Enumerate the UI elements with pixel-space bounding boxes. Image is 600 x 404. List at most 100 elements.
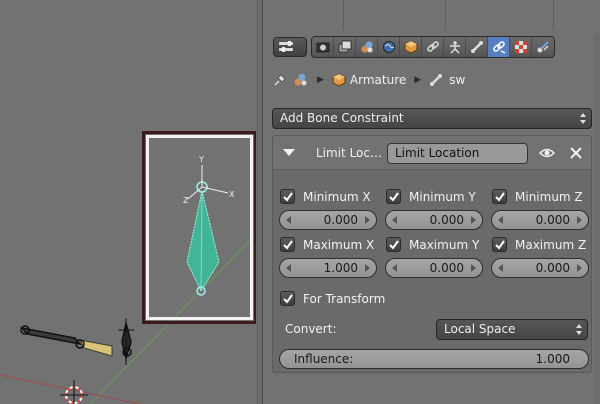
decrement-icon[interactable] bbox=[392, 264, 397, 272]
bone-constraints-icon bbox=[492, 41, 505, 54]
constraint-name-field[interactable]: Limit Location bbox=[387, 143, 528, 164]
tab-modifiers[interactable] bbox=[444, 37, 466, 57]
collapse-triangle-icon[interactable] bbox=[283, 149, 295, 156]
influence-value: 1.000 bbox=[535, 352, 570, 366]
x-axis-line bbox=[0, 374, 141, 404]
increment-icon[interactable] bbox=[365, 216, 370, 224]
tab-particles[interactable] bbox=[532, 37, 554, 57]
render-layers-icon bbox=[338, 40, 351, 53]
tab-scene[interactable] bbox=[356, 37, 378, 57]
editor-type-button[interactable] bbox=[273, 37, 307, 57]
minimum-x-field[interactable]: 0.000 bbox=[279, 210, 377, 230]
checkmark-icon bbox=[389, 240, 399, 250]
bone-axes bbox=[187, 165, 229, 200]
minimum-y-label: Minimum Y bbox=[409, 190, 476, 204]
checkmark-icon bbox=[283, 192, 293, 202]
maximum-z-checkbox[interactable] bbox=[492, 237, 507, 252]
increment-icon[interactable] bbox=[471, 264, 476, 272]
maximum-z-field[interactable]: 0.000 bbox=[491, 258, 589, 278]
tab-world[interactable] bbox=[378, 37, 400, 57]
viewport-scene: Y X Z bbox=[0, 131, 262, 404]
maximum-y-checkbox[interactable] bbox=[386, 237, 401, 252]
minimum-y-value: 0.000 bbox=[429, 213, 464, 227]
minimum-x-checkbox[interactable] bbox=[280, 189, 295, 204]
properties-editor-icon bbox=[279, 41, 293, 52]
maximum-y-value: 0.000 bbox=[429, 261, 464, 275]
y-axis-line bbox=[89, 227, 262, 404]
decrement-icon[interactable] bbox=[498, 264, 503, 272]
decrement-icon[interactable] bbox=[286, 216, 291, 224]
selected-bone bbox=[186, 181, 220, 296]
object-icon bbox=[332, 73, 346, 87]
tab-texture[interactable] bbox=[510, 37, 532, 57]
axis-label-y: Y bbox=[198, 155, 204, 164]
add-bone-constraint-label: Add Bone Constraint bbox=[280, 111, 404, 125]
updown-arrows-icon bbox=[576, 324, 582, 335]
decrement-icon[interactable] bbox=[392, 216, 397, 224]
influence-slider[interactable]: Influence: 1.000 bbox=[279, 349, 589, 369]
constraints-icon bbox=[426, 41, 439, 52]
convert-space-value: Local Space bbox=[444, 322, 516, 336]
tab-render-layers[interactable] bbox=[334, 37, 356, 57]
tab-render[interactable] bbox=[312, 37, 334, 57]
constraint-type-label: Limit Loc… bbox=[316, 146, 382, 160]
modifiers-icon bbox=[449, 41, 460, 54]
checkmark-icon bbox=[495, 192, 505, 202]
increment-icon[interactable] bbox=[577, 264, 582, 272]
breadcrumb-object: Armature bbox=[349, 73, 407, 87]
minimum-z-checkbox[interactable] bbox=[492, 189, 507, 204]
increment-icon[interactable] bbox=[577, 216, 582, 224]
object-icon bbox=[404, 40, 417, 54]
updown-arrows-icon bbox=[580, 113, 586, 124]
for-transform-checkbox[interactable] bbox=[280, 291, 295, 306]
bone-icon bbox=[430, 74, 443, 86]
decrement-icon[interactable] bbox=[498, 216, 503, 224]
minimum-z-label: Minimum Z bbox=[515, 190, 583, 204]
eye-icon[interactable] bbox=[539, 146, 555, 160]
tab-constraints[interactable] bbox=[422, 37, 444, 57]
3d-viewport[interactable]: Y X Z bbox=[0, 0, 262, 404]
increment-icon[interactable] bbox=[471, 216, 476, 224]
scene-icon bbox=[294, 74, 307, 86]
maximum-x-label: Maximum X bbox=[303, 238, 375, 252]
minimum-x-value: 0.000 bbox=[323, 213, 358, 227]
tab-object[interactable] bbox=[400, 37, 422, 57]
maximum-z-value: 0.000 bbox=[535, 261, 570, 275]
axis-label-z: Z bbox=[183, 196, 189, 205]
breadcrumb-bone: sw bbox=[449, 73, 466, 87]
minimum-y-checkbox[interactable] bbox=[386, 189, 401, 204]
maximum-x-checkbox[interactable] bbox=[280, 237, 295, 252]
tab-object-data[interactable] bbox=[466, 37, 488, 57]
minimum-z-field[interactable]: 0.000 bbox=[491, 210, 589, 230]
scene-icon bbox=[361, 41, 372, 53]
maximum-y-field[interactable]: 0.000 bbox=[385, 258, 483, 278]
increment-icon[interactable] bbox=[365, 264, 370, 272]
checkmark-icon bbox=[283, 294, 293, 304]
minimum-y-field[interactable]: 0.000 bbox=[385, 210, 483, 230]
panel-scrollbar[interactable] bbox=[594, 34, 600, 404]
maximum-x-field[interactable]: 1.000 bbox=[279, 258, 377, 278]
minimum-z-value: 0.000 bbox=[535, 213, 570, 227]
constraint-panel: Limit Loc… Limit Location Minimum X Mini… bbox=[272, 135, 592, 373]
convert-space-select[interactable]: Local Space bbox=[436, 319, 588, 340]
panel-header bbox=[263, 0, 600, 30]
minimum-x-label: Minimum X bbox=[303, 190, 371, 204]
breadcrumb-separator: ▶ bbox=[317, 75, 324, 85]
close-icon[interactable] bbox=[569, 146, 583, 160]
pin-icon[interactable] bbox=[273, 73, 287, 87]
maximum-x-value: 1.000 bbox=[323, 261, 358, 275]
influence-label: Influence: bbox=[294, 352, 354, 366]
for-transform-label: For Transform bbox=[303, 292, 386, 306]
tab-bone-constraints[interactable] bbox=[488, 37, 510, 57]
properties-panel: ▶ Armature ▶ sw Add Bone Constraint Limi… bbox=[262, 0, 600, 404]
maximum-z-label: Maximum Z bbox=[515, 238, 587, 252]
breadcrumb: ▶ Armature ▶ sw bbox=[273, 70, 465, 90]
texture-icon bbox=[514, 41, 527, 53]
properties-tabs bbox=[311, 36, 555, 58]
add-bone-constraint-menu[interactable]: Add Bone Constraint bbox=[272, 108, 592, 129]
render-icon bbox=[316, 42, 329, 53]
decrement-icon[interactable] bbox=[286, 264, 291, 272]
header-divider bbox=[343, 0, 344, 30]
checkmark-icon bbox=[495, 240, 505, 250]
particles-icon bbox=[537, 41, 549, 53]
